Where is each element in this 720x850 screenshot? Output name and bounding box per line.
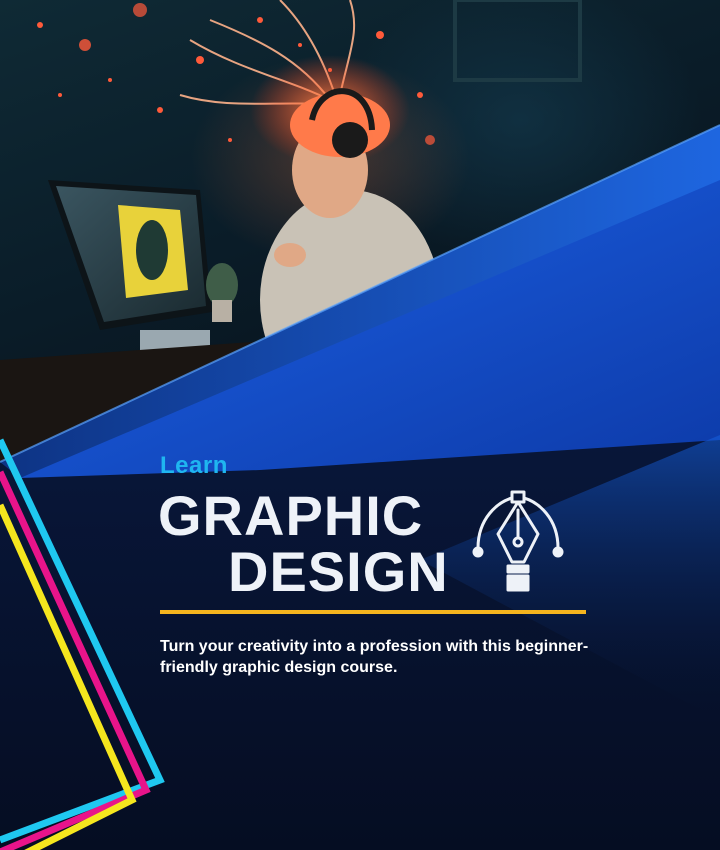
title-underline xyxy=(160,610,586,614)
eyebrow-learn: Learn xyxy=(160,452,228,479)
course-poster: Learn GRAPHIC DESIGN Turn your creativit… xyxy=(0,0,720,850)
title-line-1: GRAPHIC xyxy=(158,484,424,547)
title-line-2: DESIGN xyxy=(228,540,449,603)
pen-tool-icon xyxy=(472,490,564,592)
course-description: Turn your creativity into a profession w… xyxy=(160,638,589,676)
text-content: Learn GRAPHIC DESIGN Turn your creativit… xyxy=(0,0,720,850)
